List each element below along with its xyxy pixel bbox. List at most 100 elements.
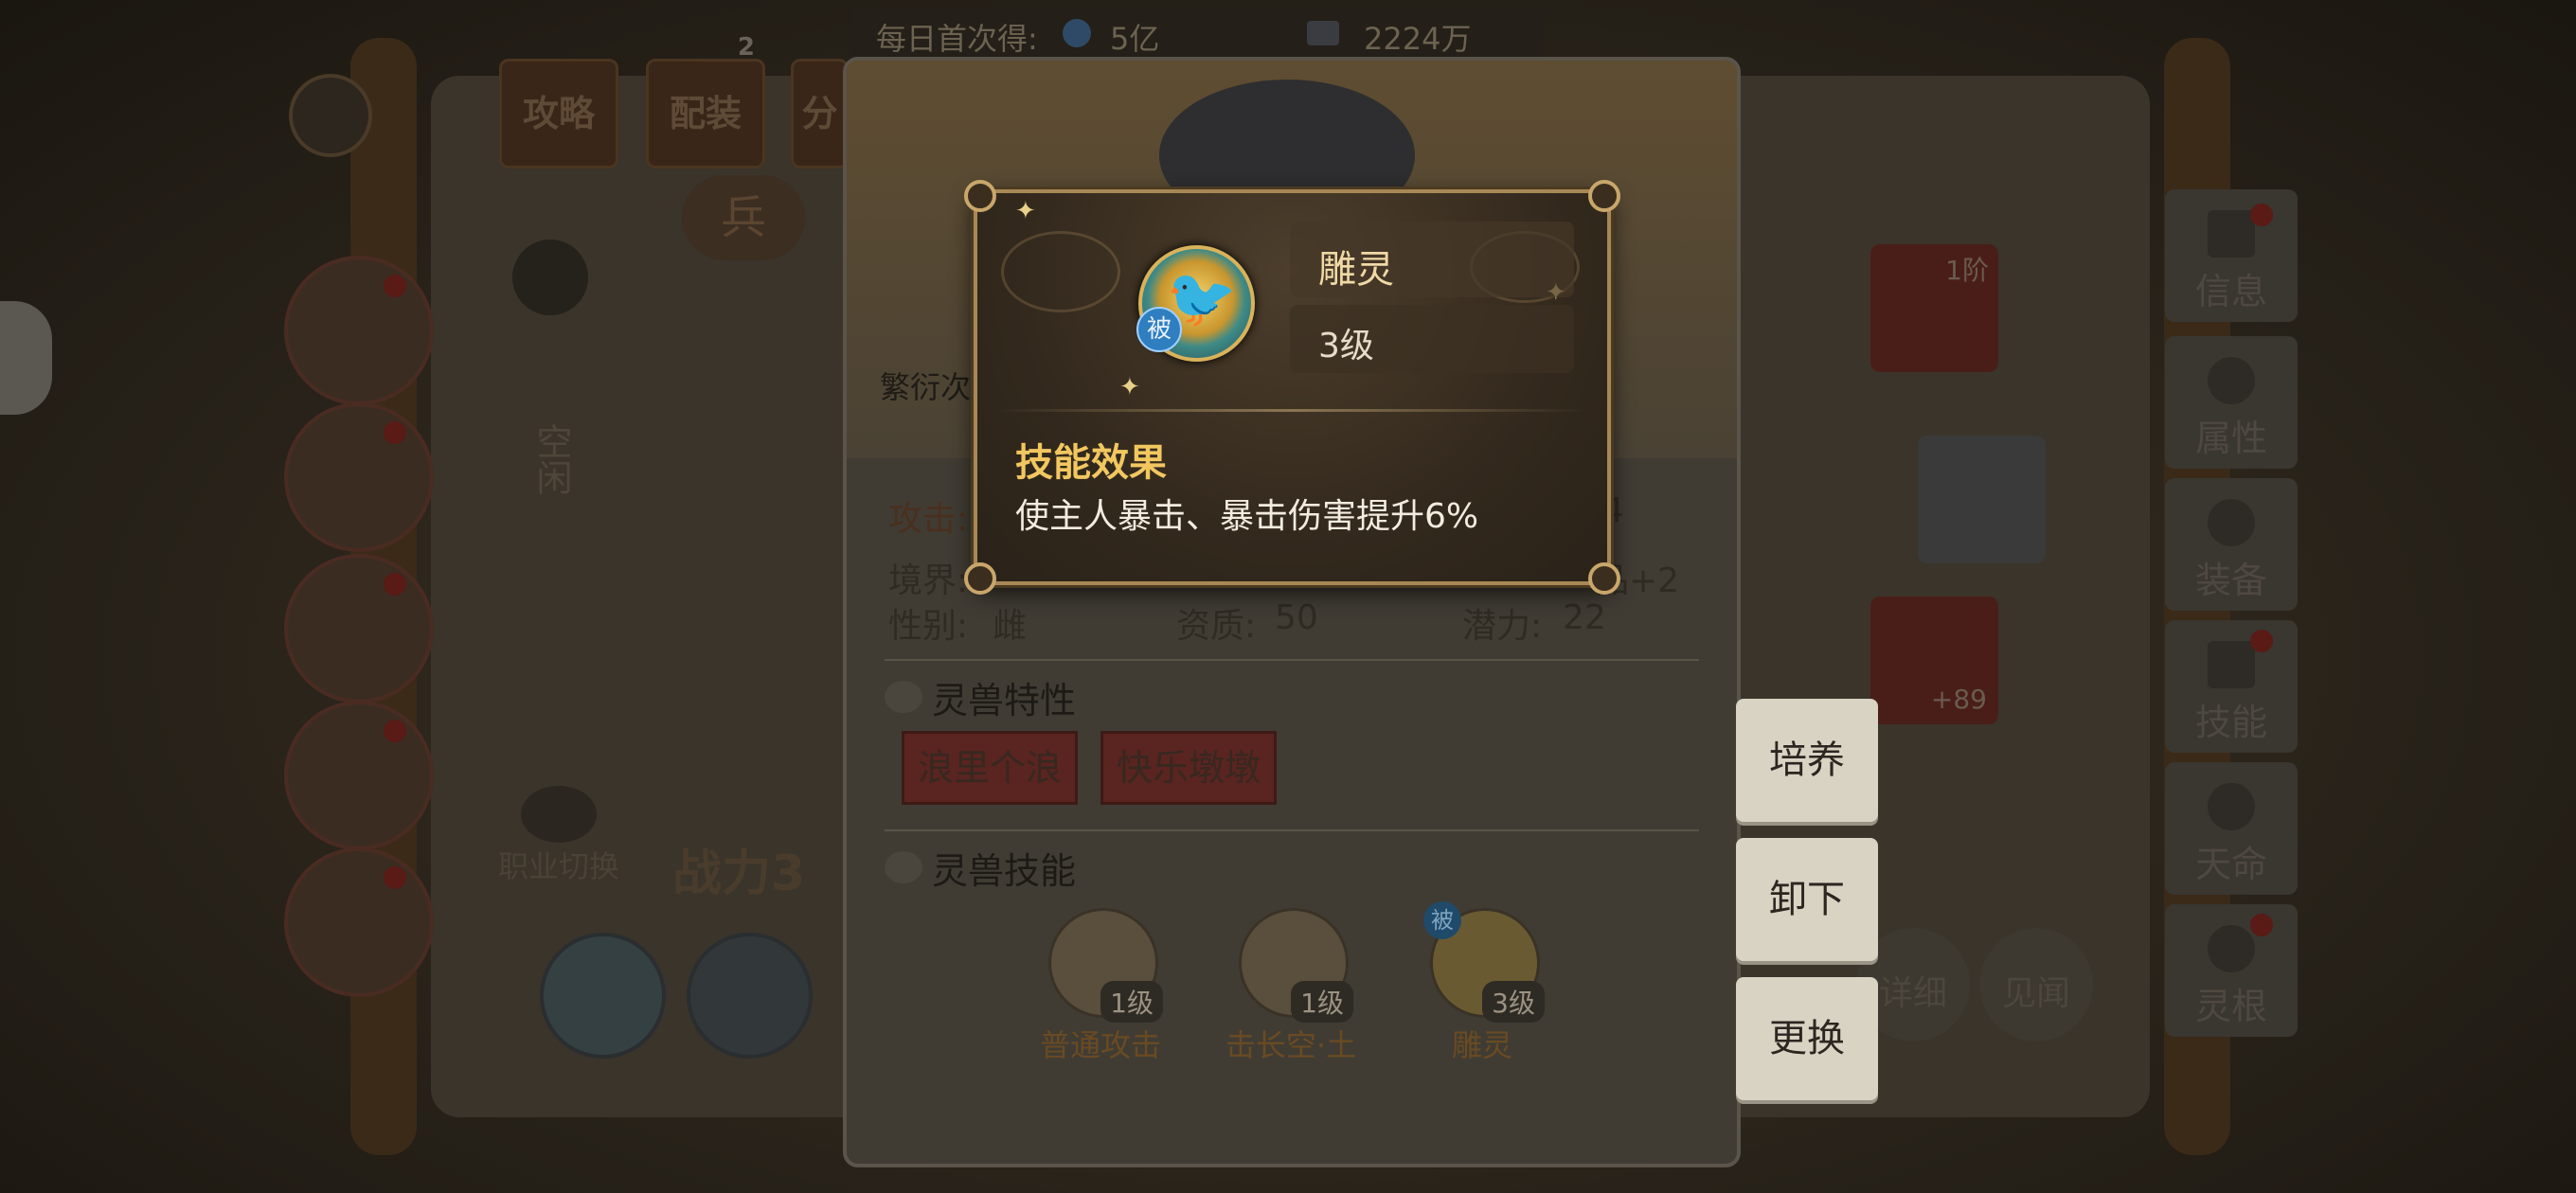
- tab-guide-label: 攻略: [522, 93, 595, 134]
- skill-name: 雕灵: [1318, 248, 1394, 292]
- tab-equipment[interactable]: 装备: [2165, 478, 2298, 611]
- trait-tag[interactable]: 浪里个浪: [902, 731, 1078, 805]
- tab-share-label: 分: [801, 93, 838, 134]
- effect-title: 技能效果: [1015, 441, 1167, 485]
- unequip-button[interactable]: 卸下: [1736, 838, 1878, 961]
- compass-icon[interactable]: [510, 237, 591, 318]
- tab-info-label: 信息: [2194, 271, 2267, 312]
- tab-skills[interactable]: 技能: [2165, 620, 2298, 753]
- hero-portrait[interactable]: [284, 701, 434, 850]
- traits-title: 灵兽特性: [932, 680, 1077, 721]
- tab-equip-config[interactable]: 配装 2: [646, 33, 765, 169]
- tab-badge: 2: [737, 33, 755, 62]
- pet-card-red[interactable]: +89: [1870, 596, 1998, 724]
- dragon-icon: [2208, 783, 2255, 830]
- red-dot-icon: [2250, 630, 2273, 652]
- currency-value: 2224万: [1364, 21, 1472, 57]
- potential-value: 22: [1563, 598, 1606, 637]
- eagle-spirit-skill-icon: 🐦 被: [1136, 245, 1255, 362]
- element-orb-icon[interactable]: [540, 933, 666, 1059]
- detail-label: 详细: [1878, 974, 1947, 1013]
- skill-level: 3级: [1318, 327, 1374, 365]
- red-dot-icon: [384, 573, 406, 596]
- replace-button[interactable]: 更换: [1736, 977, 1878, 1100]
- unequip-label: 卸下: [1769, 878, 1845, 921]
- aptitude-value: 50: [1275, 598, 1318, 637]
- tab-attributes[interactable]: 属性: [2165, 336, 2298, 469]
- first-daily-label: 每日首次得:: [876, 21, 1038, 57]
- pet-avatar-icon[interactable]: [0, 301, 52, 415]
- attack-label: 攻击:: [888, 500, 969, 539]
- hero-portrait[interactable]: [284, 847, 434, 997]
- idle-label: 空闲: [530, 423, 572, 495]
- replace-label: 更换: [1769, 1017, 1845, 1060]
- gender-value: 雌: [993, 607, 1028, 646]
- scroll-icon: [2208, 210, 2255, 258]
- passive-badge: 被: [1423, 901, 1461, 939]
- skills-title: 灵兽技能: [932, 850, 1077, 892]
- tab-equip-config-label: 配装: [669, 93, 742, 134]
- switch-job-label: 职业切换: [497, 848, 619, 884]
- armor-icon: [2208, 499, 2255, 546]
- effect-description: 使主人暴击、暴击伤害提升6%: [1015, 497, 1479, 536]
- element-orb-icon[interactable]: [687, 933, 813, 1059]
- pet-card-red[interactable]: 1阶: [1870, 244, 1998, 372]
- red-dot-icon: [384, 275, 406, 297]
- corner-ornament: [1588, 180, 1620, 212]
- tab-info[interactable]: 信息: [2165, 189, 2298, 322]
- sparkle-icon: ✦: [1119, 373, 1140, 401]
- skill-level: 1级: [1291, 981, 1353, 1023]
- gem-icon: [1307, 21, 1339, 45]
- skill-sky-strike-icon[interactable]: 1级: [1239, 908, 1353, 1023]
- settings-icon[interactable]: [289, 74, 372, 157]
- troops-label: 兵: [720, 191, 766, 244]
- first-daily-value: 5亿: [1110, 21, 1160, 57]
- hero-portrait[interactable]: [284, 256, 434, 405]
- skill-name: 雕灵: [1451, 1027, 1512, 1063]
- tab-share[interactable]: 分: [791, 59, 849, 169]
- skill-level: 1级: [1100, 981, 1163, 1023]
- skill-name: 击长空·土: [1225, 1027, 1357, 1063]
- potential-label: 潜力:: [1462, 607, 1543, 646]
- skill-tooltip: ✦ ✦ ✦ 🐦 被 雕灵 3级 技能效果 使主人暴击、暴击伤害提升6%: [964, 180, 1620, 595]
- switch-icon: [521, 786, 597, 843]
- sparkle-icon: ✦: [1015, 197, 1036, 225]
- idle-slot[interactable]: 空闲: [521, 346, 581, 573]
- red-dot-icon: [384, 720, 406, 742]
- tab-spirit-root[interactable]: 灵根: [2165, 904, 2298, 1037]
- hero-portrait[interactable]: [284, 402, 434, 552]
- skill-eagle-spirit-icon[interactable]: 被 3级: [1423, 901, 1545, 1023]
- train-label: 培养: [1769, 739, 1845, 782]
- divider: [996, 409, 1583, 412]
- corner-ornament: [964, 180, 996, 212]
- train-button[interactable]: 培养: [1736, 699, 1878, 822]
- tab-equipment-label: 装备: [2194, 560, 2267, 601]
- root-icon: [2208, 925, 2255, 972]
- section-bullet-icon: [885, 851, 922, 883]
- figure-icon: [2208, 357, 2255, 404]
- red-dot-icon: [2250, 204, 2273, 226]
- trait-tag[interactable]: 快乐墩墩: [1100, 731, 1277, 805]
- tab-destiny[interactable]: 天命: [2165, 762, 2298, 895]
- anecdote-circle-button[interactable]: 见闻: [1979, 928, 2093, 1042]
- divider: [885, 659, 1699, 661]
- skill-name: 普通攻击: [1039, 1027, 1161, 1063]
- red-dot-icon: [2250, 914, 2273, 936]
- tab-destiny-label: 天命: [2194, 844, 2267, 885]
- realm-label: 境界:: [888, 561, 969, 600]
- book-icon: [2208, 641, 2255, 688]
- cloud-swirl: [1001, 231, 1120, 312]
- tab-guide[interactable]: 攻略: [499, 59, 618, 169]
- skill-normal-attack-icon[interactable]: 1级: [1048, 908, 1163, 1023]
- red-dot-icon: [384, 421, 406, 444]
- skill-level: 3级: [1482, 981, 1545, 1023]
- breeding-label: 繁衍次: [880, 369, 972, 405]
- spirit-stone-icon: [1063, 19, 1091, 47]
- hero-portrait[interactable]: [284, 554, 434, 703]
- combat-power: 战力3: [672, 846, 806, 902]
- pet-card-grey[interactable]: [1918, 436, 2046, 563]
- tab-spirit-root-label: 灵根: [2194, 986, 2267, 1027]
- switch-job-button[interactable]: 职业切换: [483, 786, 635, 884]
- red-dot-icon: [384, 866, 406, 889]
- top-resource-bar: 每日首次得: 5亿 2224万: [852, 8, 1544, 59]
